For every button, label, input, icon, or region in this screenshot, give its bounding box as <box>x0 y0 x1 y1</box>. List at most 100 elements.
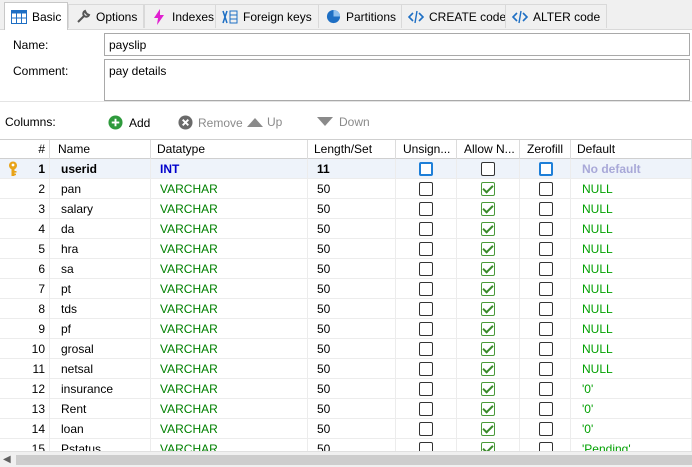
table-row[interactable]: 8 tds VARCHAR 50 NULL <box>0 299 692 319</box>
unsigned-checkbox[interactable] <box>419 182 433 196</box>
zerofill-checkbox[interactable] <box>539 442 553 451</box>
unsigned-checkbox[interactable] <box>419 222 433 236</box>
table-row[interactable]: 5 hra VARCHAR 50 NULL <box>0 239 692 259</box>
zerofill-checkbox[interactable] <box>539 182 553 196</box>
header-name[interactable]: Name <box>50 140 151 159</box>
header-default[interactable]: Default <box>571 140 692 159</box>
default-value-cell[interactable]: NULL <box>571 339 692 359</box>
length-set-cell[interactable]: 11 <box>308 159 396 179</box>
datatype-cell[interactable]: VARCHAR <box>151 259 308 279</box>
allow-null-checkbox[interactable] <box>481 182 495 196</box>
datatype-cell[interactable]: VARCHAR <box>151 279 308 299</box>
column-name-cell[interactable]: da <box>50 219 151 239</box>
length-set-cell[interactable]: 50 <box>308 419 396 439</box>
datatype-cell[interactable]: VARCHAR <box>151 239 308 259</box>
length-set-cell[interactable]: 50 <box>308 299 396 319</box>
allow-null-checkbox[interactable] <box>481 282 495 296</box>
unsigned-checkbox[interactable] <box>419 162 433 176</box>
datatype-cell[interactable]: INT <box>151 159 308 179</box>
column-name-cell[interactable]: netsal <box>50 359 151 379</box>
name-input[interactable]: payslip <box>104 33 690 56</box>
column-name-cell[interactable]: Pstatus <box>50 439 151 451</box>
datatype-cell[interactable]: VARCHAR <box>151 339 308 359</box>
table-row[interactable]: 9 pf VARCHAR 50 NULL <box>0 319 692 339</box>
default-value-cell[interactable]: NULL <box>571 319 692 339</box>
column-name-cell[interactable]: grosal <box>50 339 151 359</box>
default-value-cell[interactable]: NULL <box>571 259 692 279</box>
unsigned-checkbox[interactable] <box>419 422 433 436</box>
allow-null-checkbox[interactable] <box>481 422 495 436</box>
tab-alter-code[interactable]: ALTER code <box>505 4 608 28</box>
length-set-cell[interactable]: 50 <box>308 179 396 199</box>
allow-null-checkbox[interactable] <box>481 362 495 376</box>
datatype-cell[interactable]: VARCHAR <box>151 319 308 339</box>
unsigned-checkbox[interactable] <box>419 382 433 396</box>
column-name-cell[interactable]: pt <box>50 279 151 299</box>
unsigned-checkbox[interactable] <box>419 202 433 216</box>
table-row[interactable]: 12 insurance VARCHAR 50 '0' <box>0 379 692 399</box>
length-set-cell[interactable]: 50 <box>308 399 396 419</box>
length-set-cell[interactable]: 50 <box>308 239 396 259</box>
zerofill-checkbox[interactable] <box>539 262 553 276</box>
allow-null-checkbox[interactable] <box>481 202 495 216</box>
datatype-cell[interactable]: VARCHAR <box>151 399 308 419</box>
length-set-cell[interactable]: 50 <box>308 379 396 399</box>
allow-null-checkbox[interactable] <box>481 302 495 316</box>
zerofill-checkbox[interactable] <box>539 162 553 176</box>
table-row[interactable]: 15 Pstatus VARCHAR 50 'Pending' <box>0 439 692 451</box>
allow-null-checkbox[interactable] <box>481 242 495 256</box>
column-name-cell[interactable]: salary <box>50 199 151 219</box>
datatype-cell[interactable]: VARCHAR <box>151 219 308 239</box>
allow-null-checkbox[interactable] <box>481 162 495 176</box>
unsigned-checkbox[interactable] <box>419 442 433 451</box>
unsigned-checkbox[interactable] <box>419 362 433 376</box>
allow-null-checkbox[interactable] <box>481 222 495 236</box>
table-row[interactable]: 14 loan VARCHAR 50 '0' <box>0 419 692 439</box>
length-set-cell[interactable]: 50 <box>308 439 396 451</box>
default-value-cell[interactable]: '0' <box>571 419 692 439</box>
allow-null-checkbox[interactable] <box>481 402 495 416</box>
zerofill-checkbox[interactable] <box>539 242 553 256</box>
up-button[interactable]: Up <box>247 115 282 129</box>
zerofill-checkbox[interactable] <box>539 222 553 236</box>
comment-input[interactable]: pay details <box>104 59 690 101</box>
table-row[interactable]: 11 netsal VARCHAR 50 NULL <box>0 359 692 379</box>
tab-foreign-keys[interactable]: Foreign keys <box>215 4 319 28</box>
zerofill-checkbox[interactable] <box>539 342 553 356</box>
down-button[interactable]: Down <box>317 115 370 129</box>
zerofill-checkbox[interactable] <box>539 282 553 296</box>
table-row[interactable]: 2 pan VARCHAR 50 NULL <box>0 179 692 199</box>
default-value-cell[interactable]: '0' <box>571 379 692 399</box>
default-value-cell[interactable]: 'Pending' <box>571 439 692 451</box>
unsigned-checkbox[interactable] <box>419 282 433 296</box>
unsigned-checkbox[interactable] <box>419 322 433 336</box>
default-value-cell[interactable]: NULL <box>571 179 692 199</box>
default-value-cell[interactable]: No default <box>571 159 692 179</box>
column-name-cell[interactable]: userid <box>50 159 151 179</box>
zerofill-checkbox[interactable] <box>539 322 553 336</box>
zerofill-checkbox[interactable] <box>539 362 553 376</box>
columns-grid[interactable]: # Name Datatype Length/Set Unsign... All… <box>0 139 692 451</box>
unsigned-checkbox[interactable] <box>419 262 433 276</box>
length-set-cell[interactable]: 50 <box>308 199 396 219</box>
datatype-cell[interactable]: VARCHAR <box>151 439 308 451</box>
length-set-cell[interactable]: 50 <box>308 359 396 379</box>
scrollbar-thumb[interactable] <box>16 455 692 465</box>
allow-null-checkbox[interactable] <box>481 442 495 451</box>
table-row[interactable]: 1 userid INT 11 No default <box>0 159 692 179</box>
datatype-cell[interactable]: VARCHAR <box>151 379 308 399</box>
header-length-set[interactable]: Length/Set <box>308 140 396 159</box>
allow-null-checkbox[interactable] <box>481 382 495 396</box>
zerofill-checkbox[interactable] <box>539 202 553 216</box>
column-name-cell[interactable]: pan <box>50 179 151 199</box>
default-value-cell[interactable]: NULL <box>571 359 692 379</box>
tab-basic[interactable]: Basic <box>4 2 69 30</box>
header-allow-null[interactable]: Allow N... <box>457 140 520 159</box>
zerofill-checkbox[interactable] <box>539 382 553 396</box>
tab-create-code[interactable]: CREATE code <box>401 4 514 28</box>
default-value-cell[interactable]: NULL <box>571 219 692 239</box>
column-name-cell[interactable]: loan <box>50 419 151 439</box>
datatype-cell[interactable]: VARCHAR <box>151 179 308 199</box>
allow-null-checkbox[interactable] <box>481 322 495 336</box>
datatype-cell[interactable]: VARCHAR <box>151 359 308 379</box>
